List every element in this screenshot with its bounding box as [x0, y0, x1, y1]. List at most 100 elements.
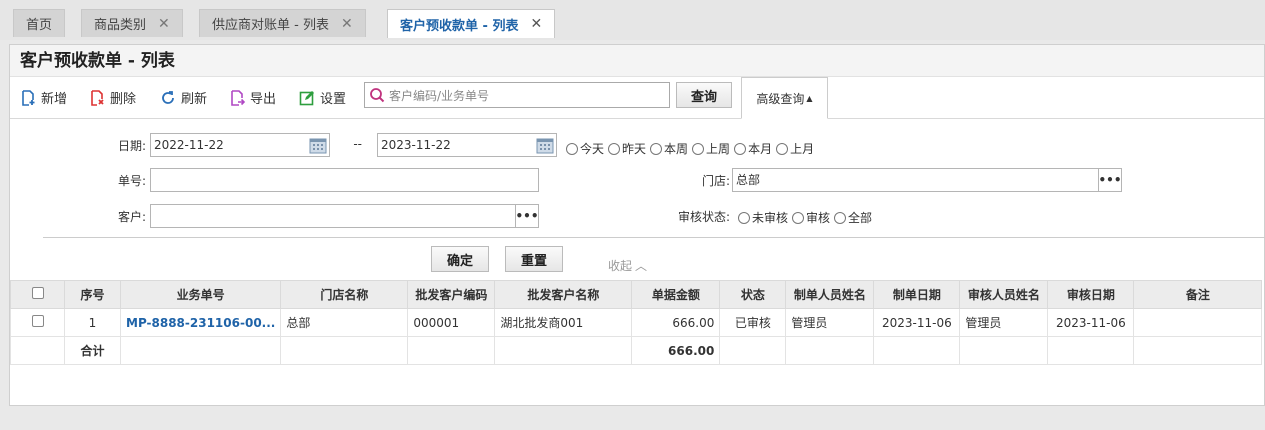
settings-label: 设置 — [320, 92, 347, 107]
radio-last-week[interactable]: 上周 — [692, 140, 730, 157]
radio-this-month[interactable]: 本月 — [734, 140, 772, 157]
column-header[interactable]: 制单日期 — [873, 280, 961, 309]
column-header[interactable]: 审核人员姓名 — [959, 280, 1049, 309]
radio-circle — [608, 142, 621, 155]
cell-empty — [1047, 336, 1135, 365]
table-row[interactable]: 1 MP-8888-231106-00... 总部 000001 湖北批发商00… — [10, 308, 1263, 337]
cell-amount: 666.00 — [631, 308, 721, 337]
export-button[interactable]: 导出 — [229, 88, 276, 107]
radio-label: 全部 — [848, 211, 873, 225]
search-input[interactable]: 客户编码/业务单号 — [364, 82, 670, 108]
close-icon[interactable]: ✕ — [341, 16, 353, 32]
date-to-value: 2023-11-22 — [381, 138, 451, 152]
row-select-cell — [10, 308, 65, 337]
column-header[interactable]: 备注 — [1133, 280, 1263, 309]
customer-input[interactable]: ••• — [150, 204, 539, 228]
table-total-row: 合计 666.00 — [10, 336, 1263, 365]
date-label: 日期: — [117, 139, 146, 153]
cell-empty — [1133, 336, 1263, 365]
query-button[interactable]: 查询 — [676, 82, 732, 108]
date-from-input[interactable]: 2022-11-22 — [150, 133, 330, 157]
calendar-icon[interactable] — [536, 136, 554, 154]
radio-label: 未审核 — [752, 211, 789, 225]
add-button[interactable]: 新增 — [20, 88, 67, 107]
radio-label: 审核 — [806, 211, 831, 225]
select-all-cell — [10, 280, 65, 309]
column-header[interactable]: 序号 — [64, 280, 121, 309]
search-placeholder: 客户编码/业务单号 — [389, 88, 490, 103]
cell-index: 1 — [64, 308, 121, 337]
caret-up-icon: ▲ — [806, 93, 813, 103]
advanced-query-tab[interactable]: 高级查询 ▲ — [741, 77, 828, 119]
cell-customer-code: 000001 — [407, 308, 496, 337]
order-no-input[interactable] — [150, 168, 539, 192]
close-icon[interactable]: ✕ — [158, 16, 170, 32]
order-no-label: 单号: — [117, 174, 146, 188]
cell-empty — [407, 336, 496, 365]
radio-circle — [792, 211, 805, 224]
divider — [43, 237, 1265, 238]
cell-empty — [785, 336, 875, 365]
tab-supplier-statement[interactable]: 供应商对账单 - 列表 ✕ — [199, 9, 366, 37]
tab-label: 商品类别 — [94, 18, 147, 33]
tab-label: 首页 — [26, 18, 53, 33]
column-header[interactable]: 状态 — [719, 280, 787, 309]
delete-label: 删除 — [110, 92, 137, 107]
collapse-label: 收起 — [608, 259, 633, 273]
column-header[interactable]: 业务单号 — [119, 280, 282, 309]
table-header-row: 序号 业务单号 门店名称 批发客户编码 批发客户名称 单据金额 状态 制单人员姓… — [10, 280, 1263, 309]
column-header[interactable]: 门店名称 — [280, 280, 409, 309]
confirm-button[interactable]: 确定 — [431, 246, 489, 272]
select-all-checkbox[interactable] — [31, 287, 44, 299]
radio-last-month[interactable]: 上月 — [776, 140, 814, 157]
calendar-icon[interactable] — [309, 136, 327, 154]
tab-customer-advance[interactable]: 客户预收款单 - 列表 ✕ — [387, 9, 556, 38]
cell-status: 已审核 — [719, 308, 787, 337]
refresh-button[interactable]: 刷新 — [160, 88, 207, 107]
date-from-value: 2022-11-22 — [154, 138, 224, 152]
radio-unaudited[interactable]: 未审核 — [738, 209, 788, 226]
total-amount: 666.00 — [631, 336, 721, 365]
date-to-input[interactable]: 2023-11-22 — [377, 133, 557, 157]
more-icon[interactable]: ••• — [515, 205, 539, 227]
reset-button[interactable]: 重置 — [505, 246, 563, 272]
radio-label: 上周 — [706, 142, 731, 156]
column-header[interactable]: 批发客户名称 — [494, 280, 633, 309]
row-checkbox[interactable] — [31, 315, 44, 327]
store-input[interactable]: 总部 ••• — [732, 168, 1122, 192]
main-panel: 客户预收款单 - 列表 新增 删除 刷新 导出 设置 客户编码/业务单号 查询 … — [9, 44, 1265, 406]
column-header[interactable]: 批发客户编码 — [407, 280, 496, 309]
cell-empty — [119, 336, 282, 365]
column-header[interactable]: 审核日期 — [1047, 280, 1135, 309]
more-icon[interactable]: ••• — [1098, 169, 1122, 191]
cell-create-date: 2023-11-06 — [873, 308, 961, 337]
chevron-up-icon: ︿ — [635, 259, 648, 273]
radio-yesterday[interactable]: 昨天 — [608, 140, 646, 157]
radio-all[interactable]: 全部 — [834, 209, 872, 226]
cell-store: 总部 — [280, 308, 409, 337]
cell-empty — [873, 336, 961, 365]
delete-button[interactable]: 删除 — [89, 88, 136, 107]
date-separator: -- — [353, 137, 362, 151]
column-header[interactable]: 制单人员姓名 — [785, 280, 875, 309]
toolbar: 新增 删除 刷新 导出 设置 客户编码/业务单号 查询 高级查询 ▲ — [10, 77, 1264, 119]
radio-this-week[interactable]: 本周 — [650, 140, 688, 157]
close-icon[interactable]: ✕ — [530, 16, 542, 32]
radio-today[interactable]: 今天 — [566, 140, 604, 157]
add-doc-icon — [22, 89, 35, 106]
radio-audited[interactable]: 审核 — [792, 209, 830, 226]
column-header[interactable]: 单据金额 — [631, 280, 721, 309]
radio-label: 本周 — [664, 142, 689, 156]
refresh-label: 刷新 — [181, 92, 208, 107]
tab-home[interactable]: 首页 — [13, 9, 66, 37]
settings-button[interactable]: 设置 — [299, 88, 346, 107]
tab-label: 供应商对账单 - 列表 — [212, 18, 329, 33]
radio-circle — [776, 142, 789, 155]
cell-order-no-link[interactable]: MP-8888-231106-00... — [119, 308, 282, 337]
cell-audit-date: 2023-11-06 — [1047, 308, 1135, 337]
collapse-link[interactable]: 收起 ︿ — [608, 257, 647, 274]
store-label: 门店: — [701, 174, 730, 188]
tab-product-category[interactable]: 商品类别 ✕ — [81, 9, 183, 37]
customer-label: 客户: — [117, 210, 146, 224]
store-value: 总部 — [736, 173, 761, 187]
